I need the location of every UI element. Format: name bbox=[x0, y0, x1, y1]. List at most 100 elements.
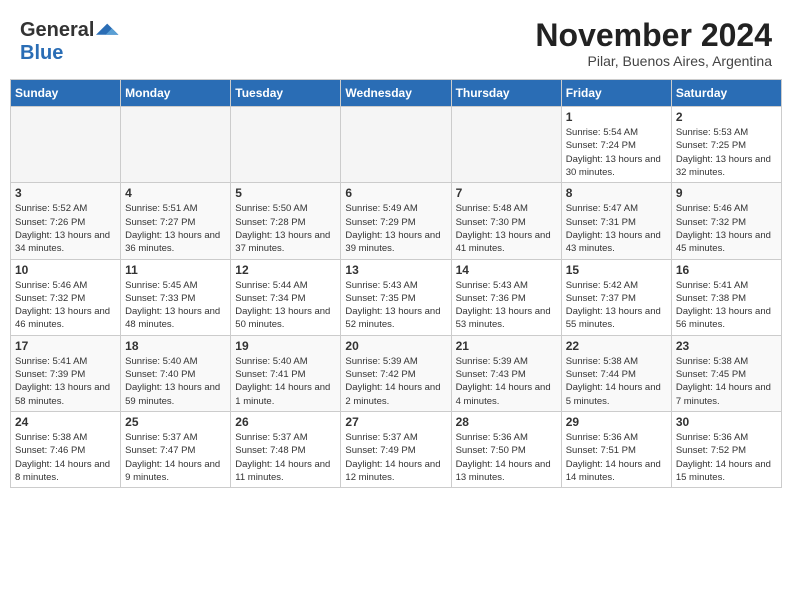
day-number: 16 bbox=[676, 263, 777, 277]
month-title: November 2024 bbox=[535, 18, 772, 53]
calendar-table: SundayMondayTuesdayWednesdayThursdayFrid… bbox=[10, 79, 782, 488]
calendar-cell: 2Sunrise: 5:53 AMSunset: 7:25 PMDaylight… bbox=[671, 107, 781, 183]
calendar-cell bbox=[11, 107, 121, 183]
calendar-cell: 14 Sunrise: 5:43 AMSunset: 7:36 PMDayligh… bbox=[451, 259, 561, 335]
calendar-cell: 19 Sunrise: 5:40 AMSunset: 7:41 PMDayligh… bbox=[231, 335, 341, 411]
calendar-cell: 6 Sunrise: 5:49 AMSunset: 7:29 PMDaylight… bbox=[341, 183, 451, 259]
day-info: Sunrise: 5:39 AMSunset: 7:43 PMDaylight:… bbox=[456, 355, 557, 408]
day-number: 22 bbox=[566, 339, 667, 353]
day-number: 13 bbox=[345, 263, 446, 277]
day-info: Sunrise: 5:54 AMSunset: 7:24 PMDaylight:… bbox=[566, 126, 667, 179]
day-info: Sunrise: 5:39 AMSunset: 7:42 PMDaylight:… bbox=[345, 355, 446, 408]
day-number: 3 bbox=[15, 186, 116, 200]
calendar-cell: 15 Sunrise: 5:42 AMSunset: 7:37 PMDayligh… bbox=[561, 259, 671, 335]
calendar-week-row: 1 Sunrise: 5:54 AMSunset: 7:24 PMDaylight… bbox=[11, 107, 782, 183]
day-number: 30 bbox=[676, 415, 777, 429]
day-number: 11 bbox=[125, 263, 226, 277]
logo-icon bbox=[96, 18, 120, 42]
calendar-cell: 23Sunrise: 5:38 AMSunset: 7:45 PMDayligh… bbox=[671, 335, 781, 411]
calendar-week-row: 3 Sunrise: 5:52 AMSunset: 7:26 PMDaylight… bbox=[11, 183, 782, 259]
weekday-header: Saturday bbox=[671, 80, 781, 107]
day-info: Sunrise: 5:43 AMSunset: 7:36 PMDaylight:… bbox=[456, 279, 557, 332]
calendar-header-row: SundayMondayTuesdayWednesdayThursdayFrid… bbox=[11, 80, 782, 107]
day-info: Sunrise: 5:42 AMSunset: 7:37 PMDaylight:… bbox=[566, 279, 667, 332]
day-info: Sunrise: 5:41 AMSunset: 7:39 PMDaylight:… bbox=[15, 355, 116, 408]
calendar-cell: 27 Sunrise: 5:37 AMSunset: 7:49 PMDayligh… bbox=[341, 411, 451, 487]
day-number: 21 bbox=[456, 339, 557, 353]
day-number: 12 bbox=[235, 263, 336, 277]
day-number: 23 bbox=[676, 339, 777, 353]
day-number: 7 bbox=[456, 186, 557, 200]
day-info: Sunrise: 5:36 AMSunset: 7:50 PMDaylight:… bbox=[456, 431, 557, 484]
day-info: Sunrise: 5:51 AMSunset: 7:27 PMDaylight:… bbox=[125, 202, 226, 255]
day-number: 20 bbox=[345, 339, 446, 353]
calendar-cell: 16Sunrise: 5:41 AMSunset: 7:38 PMDayligh… bbox=[671, 259, 781, 335]
day-number: 17 bbox=[15, 339, 116, 353]
calendar-cell: 22Sunrise: 5:38 AMSunset: 7:44 PMDayligh… bbox=[561, 335, 671, 411]
day-info: Sunrise: 5:40 AMSunset: 7:41 PMDaylight:… bbox=[235, 355, 336, 408]
calendar-cell: 7 Sunrise: 5:48 AMSunset: 7:30 PMDaylight… bbox=[451, 183, 561, 259]
page-header: General Blue November 2024 Pilar, Buenos… bbox=[10, 10, 782, 73]
calendar-cell bbox=[341, 107, 451, 183]
weekday-header: Sunday bbox=[11, 80, 121, 107]
day-number: 15 bbox=[566, 263, 667, 277]
calendar-cell: 5Sunrise: 5:50 AMSunset: 7:28 PMDaylight… bbox=[231, 183, 341, 259]
day-info: Sunrise: 5:48 AMSunset: 7:30 PMDaylight:… bbox=[456, 202, 557, 255]
weekday-header: Thursday bbox=[451, 80, 561, 107]
calendar-week-row: 10Sunrise: 5:46 AMSunset: 7:32 PMDayligh… bbox=[11, 259, 782, 335]
day-number: 2 bbox=[676, 110, 777, 124]
calendar-cell: 1 Sunrise: 5:54 AMSunset: 7:24 PMDaylight… bbox=[561, 107, 671, 183]
calendar-cell: 12 Sunrise: 5:44 AMSunset: 7:34 PMDayligh… bbox=[231, 259, 341, 335]
day-number: 25 bbox=[125, 415, 226, 429]
calendar-cell bbox=[231, 107, 341, 183]
calendar-week-row: 17 Sunrise: 5:41 AMSunset: 7:39 PMDayligh… bbox=[11, 335, 782, 411]
day-info: Sunrise: 5:44 AMSunset: 7:34 PMDaylight:… bbox=[235, 279, 336, 332]
day-number: 18 bbox=[125, 339, 226, 353]
day-info: Sunrise: 5:52 AMSunset: 7:26 PMDaylight:… bbox=[15, 202, 116, 255]
day-info: Sunrise: 5:40 AMSunset: 7:40 PMDaylight:… bbox=[125, 355, 226, 408]
day-info: Sunrise: 5:36 AMSunset: 7:52 PMDaylight:… bbox=[676, 431, 777, 484]
day-number: 9 bbox=[676, 186, 777, 200]
logo-general: General bbox=[20, 19, 94, 42]
calendar-week-row: 24 Sunrise: 5:38 AMSunset: 7:46 PMDayligh… bbox=[11, 411, 782, 487]
calendar-cell: 25 Sunrise: 5:37 AMSunset: 7:47 PMDayligh… bbox=[121, 411, 231, 487]
day-info: Sunrise: 5:36 AMSunset: 7:51 PMDaylight:… bbox=[566, 431, 667, 484]
calendar-cell: 24 Sunrise: 5:38 AMSunset: 7:46 PMDayligh… bbox=[11, 411, 121, 487]
weekday-header: Tuesday bbox=[231, 80, 341, 107]
day-number: 1 bbox=[566, 110, 667, 124]
day-info: Sunrise: 5:37 AMSunset: 7:49 PMDaylight:… bbox=[345, 431, 446, 484]
day-number: 6 bbox=[345, 186, 446, 200]
day-number: 5 bbox=[235, 186, 336, 200]
day-number: 26 bbox=[235, 415, 336, 429]
day-info: Sunrise: 5:49 AMSunset: 7:29 PMDaylight:… bbox=[345, 202, 446, 255]
calendar-cell: 10Sunrise: 5:46 AMSunset: 7:32 PMDayligh… bbox=[11, 259, 121, 335]
calendar-cell: 29 Sunrise: 5:36 AMSunset: 7:51 PMDayligh… bbox=[561, 411, 671, 487]
logo: General Blue bbox=[20, 18, 120, 65]
weekday-header: Friday bbox=[561, 80, 671, 107]
day-number: 19 bbox=[235, 339, 336, 353]
day-info: Sunrise: 5:46 AMSunset: 7:32 PMDaylight:… bbox=[676, 202, 777, 255]
weekday-header: Monday bbox=[121, 80, 231, 107]
day-number: 28 bbox=[456, 415, 557, 429]
day-info: Sunrise: 5:47 AMSunset: 7:31 PMDaylight:… bbox=[566, 202, 667, 255]
calendar-cell: 30 Sunrise: 5:36 AMSunset: 7:52 PMDayligh… bbox=[671, 411, 781, 487]
day-info: Sunrise: 5:37 AMSunset: 7:48 PMDaylight:… bbox=[235, 431, 336, 484]
weekday-header: Wednesday bbox=[341, 80, 451, 107]
day-number: 14 bbox=[456, 263, 557, 277]
day-number: 8 bbox=[566, 186, 667, 200]
calendar-cell: 3 Sunrise: 5:52 AMSunset: 7:26 PMDaylight… bbox=[11, 183, 121, 259]
calendar-cell: 11Sunrise: 5:45 AMSunset: 7:33 PMDayligh… bbox=[121, 259, 231, 335]
logo-blue: Blue bbox=[20, 42, 63, 65]
calendar-cell: 18 Sunrise: 5:40 AMSunset: 7:40 PMDayligh… bbox=[121, 335, 231, 411]
day-number: 27 bbox=[345, 415, 446, 429]
calendar-cell: 17 Sunrise: 5:41 AMSunset: 7:39 PMDayligh… bbox=[11, 335, 121, 411]
day-info: Sunrise: 5:38 AMSunset: 7:46 PMDaylight:… bbox=[15, 431, 116, 484]
day-info: Sunrise: 5:37 AMSunset: 7:47 PMDaylight:… bbox=[125, 431, 226, 484]
day-number: 24 bbox=[15, 415, 116, 429]
calendar-cell: 13Sunrise: 5:43 AMSunset: 7:35 PMDayligh… bbox=[341, 259, 451, 335]
day-number: 29 bbox=[566, 415, 667, 429]
calendar-cell: 20 Sunrise: 5:39 AMSunset: 7:42 PMDayligh… bbox=[341, 335, 451, 411]
calendar-cell: 26 Sunrise: 5:37 AMSunset: 7:48 PMDayligh… bbox=[231, 411, 341, 487]
day-number: 4 bbox=[125, 186, 226, 200]
calendar-cell: 8 Sunrise: 5:47 AMSunset: 7:31 PMDaylight… bbox=[561, 183, 671, 259]
